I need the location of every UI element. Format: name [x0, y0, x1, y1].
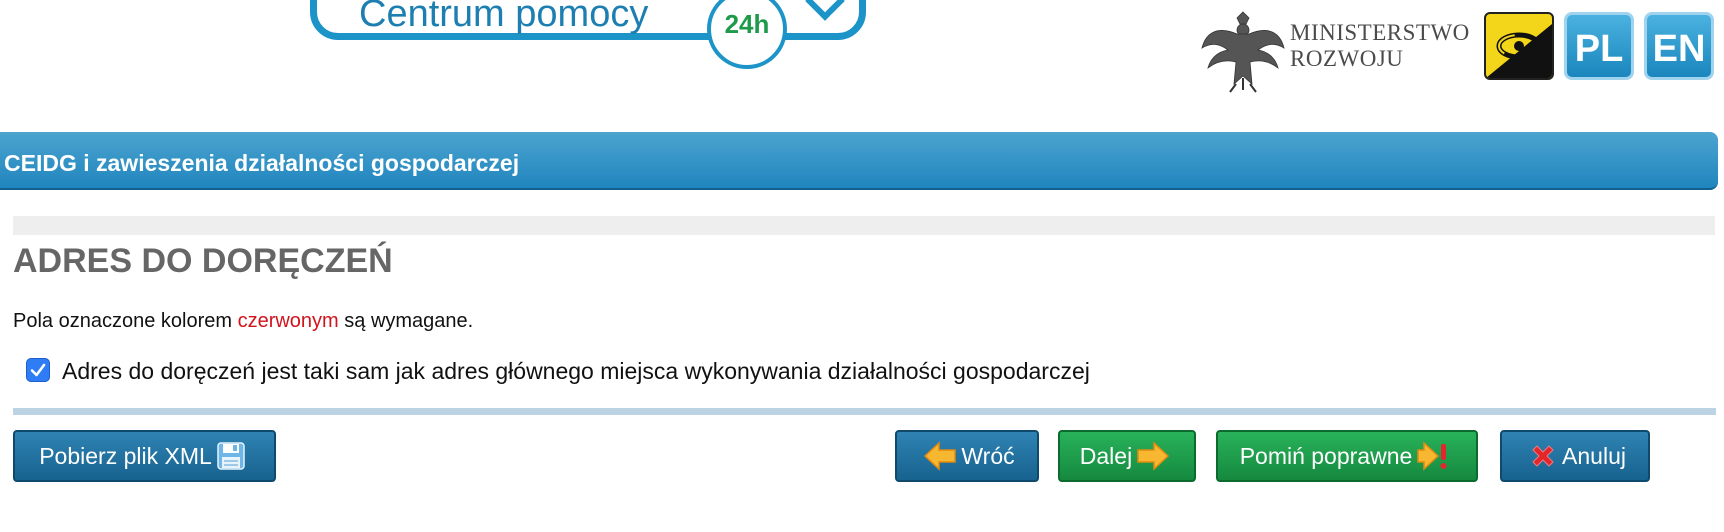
ministry-line-1: MINISTERSTWO	[1290, 20, 1470, 45]
required-note-suffix: są wymagane.	[338, 310, 474, 332]
download-xml-button[interactable]: Pobierz plik XML	[13, 430, 276, 482]
chevron-down-icon[interactable]	[805, 0, 845, 21]
red-x-icon	[1532, 445, 1554, 467]
section-heading: ADRES DO DORĘCZEŃ	[13, 242, 393, 280]
application-title: CEIDG i zawieszenia działalności gospoda…	[4, 150, 520, 176]
checkmark-icon	[30, 363, 46, 377]
application-title-bar: CEIDG i zawieszenia działalności gospoda…	[0, 132, 1718, 190]
help-24h-text: 24h	[724, 9, 770, 39]
help-center-label: Centrum pomocy	[359, 0, 649, 35]
same-address-checkbox[interactable]	[26, 358, 50, 382]
ministry-logo: MINISTERSTWO ROZWOJU	[1198, 4, 1488, 94]
ministry-line-2: ROZWOJU	[1290, 46, 1404, 71]
skip-valid-button[interactable]: Pomiń poprawne	[1216, 430, 1478, 482]
required-fields-note: Pola oznaczone kolorem czerwonym są wyma…	[13, 310, 473, 333]
required-note-red-word: czerwonym	[237, 310, 339, 332]
language-pl-button[interactable]: PL	[1564, 12, 1634, 80]
download-xml-label: Pobierz plik XML	[39, 442, 212, 469]
back-button[interactable]: Wróć	[895, 430, 1039, 482]
ministry-name: MINISTERSTWO ROZWOJU	[1290, 20, 1470, 72]
accessibility-button[interactable]	[1484, 12, 1554, 80]
arrow-right-exclamation-icon	[1417, 441, 1447, 471]
section-top-strip	[13, 216, 1715, 235]
arrow-right-icon	[1137, 441, 1170, 471]
back-label: Wróć	[961, 442, 1015, 469]
help-24h-badge: 24h	[707, 0, 787, 69]
arrow-left-icon	[924, 441, 957, 471]
skip-valid-label: Pomiń poprawne	[1239, 442, 1413, 469]
same-address-label[interactable]: Adres do doręczeń jest taki sam jak adre…	[62, 358, 1090, 385]
form-divider	[13, 408, 1716, 415]
language-en-button[interactable]: EN	[1644, 12, 1714, 80]
help-center-banner[interactable]: Centrum pomocy 24h	[310, 0, 866, 69]
required-note-prefix: Pola oznaczone kolorem	[13, 310, 238, 332]
next-button[interactable]: Dalej	[1058, 430, 1196, 482]
next-label: Dalej	[1079, 442, 1133, 469]
floppy-disk-icon	[217, 442, 245, 470]
eye-icon	[1486, 24, 1552, 78]
cancel-button[interactable]: Anuluj	[1500, 430, 1650, 482]
cancel-label: Anuluj	[1562, 442, 1626, 469]
eagle-emblem-icon	[1201, 11, 1285, 93]
